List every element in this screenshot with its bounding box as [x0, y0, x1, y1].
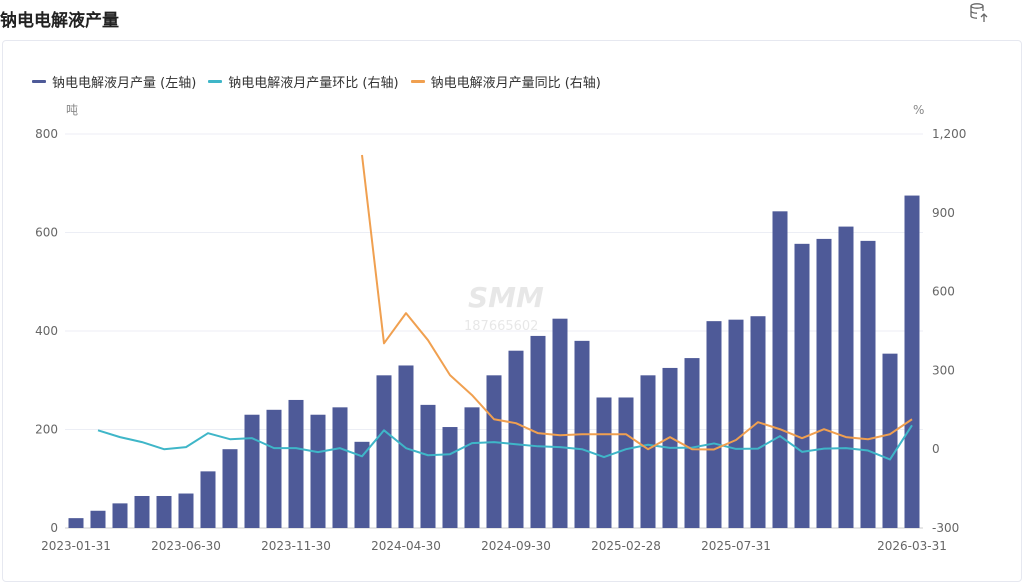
bar — [178, 493, 194, 528]
bar — [442, 427, 458, 528]
right-axis-unit: % — [913, 103, 924, 117]
bar — [244, 414, 260, 528]
bar — [618, 397, 634, 528]
left-axis-tick-label: 400 — [35, 324, 58, 338]
bar — [706, 321, 722, 528]
bar — [904, 195, 920, 528]
bar — [134, 495, 150, 528]
bar — [728, 319, 744, 528]
bar — [156, 495, 172, 528]
right-axis-tick-label: -300 — [932, 521, 959, 535]
watermark: SMM 187665602 — [464, 281, 544, 334]
x-axis-tick-label: 2026-03-31 — [877, 539, 947, 553]
x-axis-tick-label: 2024-04-30 — [371, 539, 441, 553]
bar — [112, 503, 128, 528]
bar — [596, 397, 612, 528]
bar — [508, 350, 524, 528]
bar — [882, 353, 898, 528]
x-axis-tick-label: 2024-09-30 — [481, 539, 551, 553]
bar — [398, 365, 414, 528]
bar — [486, 375, 502, 528]
left-axis-tick-label: 200 — [35, 423, 58, 437]
right-axis-tick-label: 1,200 — [932, 127, 966, 141]
bar — [288, 399, 304, 528]
bar — [332, 407, 348, 528]
bar — [222, 449, 238, 528]
bar — [794, 243, 810, 528]
bar — [420, 404, 436, 528]
bar — [816, 238, 832, 528]
bar — [310, 414, 326, 528]
chart-plot: 吨 % SMM 187665602 0 200 400 600 800 -300 0 300 6… — [35, 103, 966, 553]
right-axis-tick-label: 900 — [932, 206, 955, 220]
right-axis-tick-label: 300 — [932, 363, 955, 377]
bar — [684, 358, 700, 528]
bar — [200, 471, 216, 528]
x-axis-tick-label: 2025-02-28 — [591, 539, 661, 553]
bar — [860, 240, 876, 528]
bar — [772, 211, 788, 528]
watermark-logo: SMM — [468, 281, 544, 314]
x-axis-tick-label: 2025-07-31 — [701, 539, 771, 553]
left-axis-tick-label: 600 — [35, 226, 58, 240]
bar — [530, 335, 546, 528]
bar — [68, 518, 84, 528]
mom-line — [97, 424, 913, 461]
x-axis-tick-label: 2023-01-31 — [41, 539, 111, 553]
bar — [552, 318, 568, 528]
x-axis-tick-label: 2023-06-30 — [151, 539, 221, 553]
bar — [376, 375, 392, 528]
bar — [266, 409, 282, 528]
bar — [838, 226, 854, 528]
bar — [640, 375, 656, 528]
left-axis-unit: 吨 — [66, 103, 78, 117]
left-axis-tick-label: 0 — [50, 521, 58, 535]
left-axis-tick-label: 800 — [35, 127, 58, 141]
bar — [464, 407, 480, 528]
x-axis-tick-label: 2023-11-30 — [261, 539, 331, 553]
right-axis-tick-label: 0 — [932, 442, 940, 456]
right-axis-tick-label: 600 — [932, 285, 955, 299]
bar — [90, 510, 106, 528]
watermark-number: 187665602 — [464, 319, 538, 334]
